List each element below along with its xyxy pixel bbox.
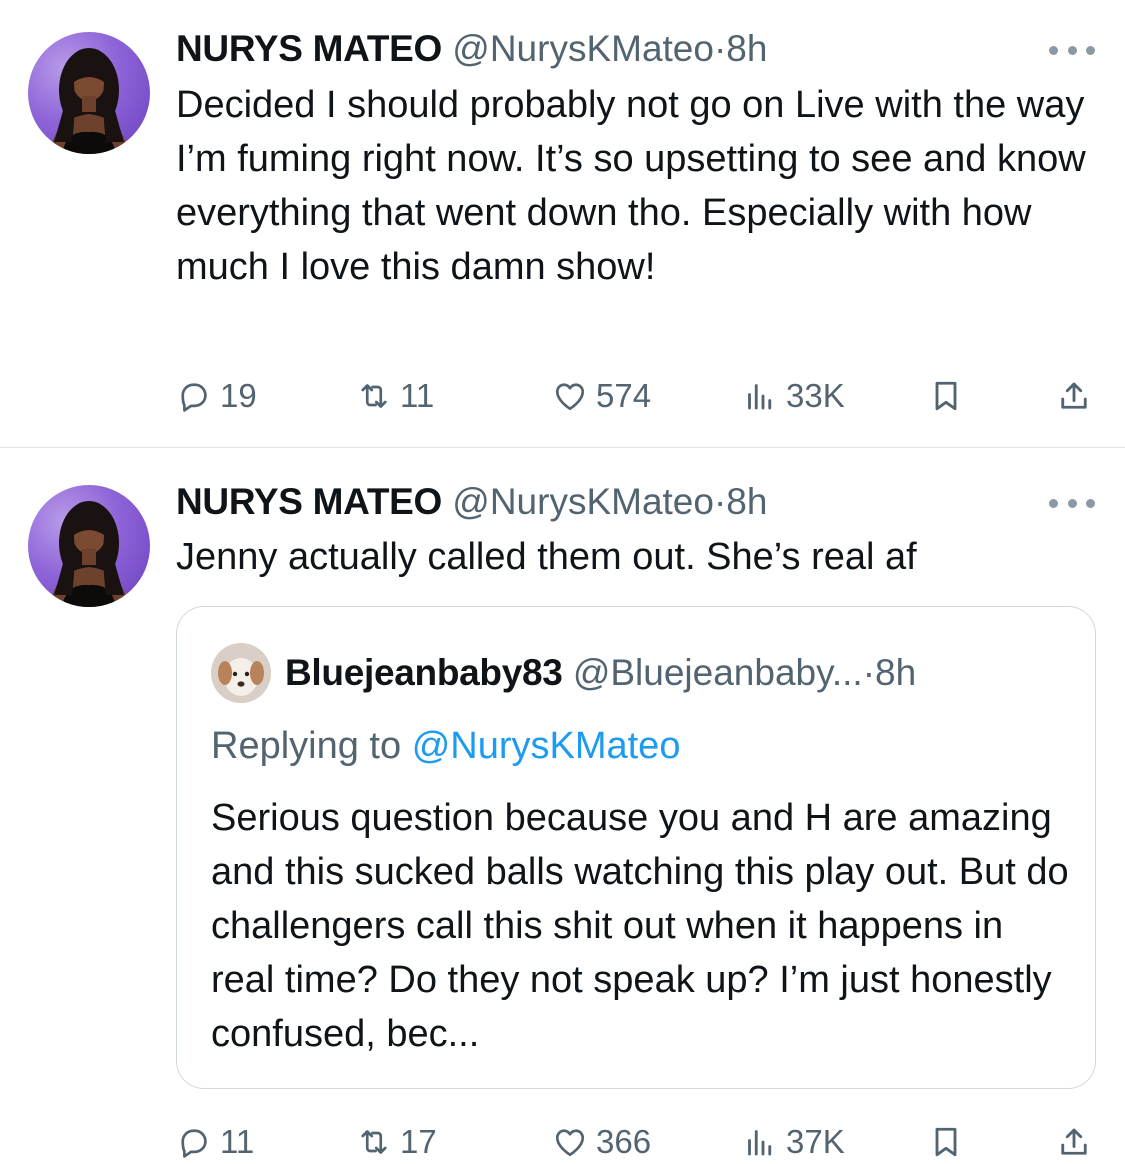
views-icon bbox=[748, 1130, 772, 1156]
share-icon bbox=[1061, 1128, 1087, 1155]
like-icon bbox=[555, 383, 585, 411]
more-icon[interactable] bbox=[1049, 43, 1095, 57]
tweet[interactable]: NURYS MATEO @NurysKMateo·8h Decided I sh… bbox=[0, 0, 1125, 448]
share-button[interactable] bbox=[1056, 1120, 1092, 1164]
bookmark-icon bbox=[935, 1127, 957, 1157]
retweet-button[interactable]: 11 bbox=[356, 374, 434, 418]
views-button[interactable]: 33K bbox=[742, 374, 845, 418]
reply-button[interactable]: 19 bbox=[176, 374, 257, 418]
views-count: 37K bbox=[786, 1123, 845, 1160]
quoted-author-handle[interactable]: @Bluejeanbaby... bbox=[573, 652, 863, 693]
quoted-author-name[interactable]: Bluejeanbaby83 bbox=[285, 652, 563, 693]
like-button[interactable]: 366 bbox=[552, 1120, 651, 1164]
bookmark-button[interactable] bbox=[928, 374, 964, 418]
views-icon bbox=[748, 384, 772, 410]
reply-button[interactable]: 11 bbox=[176, 1120, 254, 1164]
avatar[interactable] bbox=[28, 485, 150, 607]
views-count: 33K bbox=[786, 377, 845, 414]
replying-to: Replying to @NurysKMateo bbox=[211, 721, 680, 771]
like-count: 366 bbox=[596, 1123, 652, 1160]
like-button[interactable]: 574 bbox=[552, 374, 651, 418]
author-handle[interactable]: @NurysKMateo bbox=[452, 481, 714, 522]
replying-to-link[interactable]: @NurysKMateo bbox=[412, 725, 681, 767]
share-icon bbox=[1061, 382, 1087, 409]
avatar-portrait bbox=[50, 501, 128, 607]
tweet-header: NURYS MATEO @NurysKMateo·8h bbox=[176, 27, 767, 71]
tweet-text: Jenny actually called them out. She’s re… bbox=[176, 536, 917, 578]
tweet-actions: 11 17 366 37K bbox=[176, 1120, 1094, 1164]
tweet[interactable]: NURYS MATEO @NurysKMateo·8h Jenny actual… bbox=[0, 448, 1125, 1160]
bookmark-button[interactable] bbox=[928, 1120, 964, 1164]
separator-dot: · bbox=[713, 28, 727, 69]
retweet-count: 11 bbox=[400, 377, 435, 414]
reply-icon bbox=[181, 383, 207, 412]
bookmark-icon bbox=[935, 381, 957, 411]
reply-count: 11 bbox=[220, 1123, 255, 1160]
share-button[interactable] bbox=[1056, 374, 1092, 418]
retweet-icon bbox=[361, 1130, 387, 1154]
dog-avatar-image bbox=[211, 643, 271, 703]
more-icon[interactable] bbox=[1049, 496, 1095, 510]
retweet-count: 17 bbox=[400, 1123, 437, 1160]
tweet-actions: 19 11 574 33K bbox=[176, 374, 1094, 418]
views-button[interactable]: 37K bbox=[742, 1120, 845, 1164]
like-count: 574 bbox=[596, 377, 652, 414]
avatar-portrait bbox=[50, 48, 128, 154]
separator-dot: · bbox=[862, 652, 876, 693]
like-icon bbox=[555, 1129, 585, 1157]
retweet-button[interactable]: 17 bbox=[356, 1120, 437, 1164]
retweet-icon bbox=[361, 384, 387, 408]
tweet-header: NURYS MATEO @NurysKMateo·8h bbox=[176, 480, 767, 524]
separator-dot: · bbox=[713, 481, 727, 522]
quoted-header: Bluejeanbaby83 @Bluejeanbaby...·8h bbox=[285, 651, 916, 695]
tweet-text: Decided I should probably not go on Live… bbox=[176, 84, 1086, 288]
avatar[interactable] bbox=[28, 32, 150, 154]
author-handle[interactable]: @NurysKMateo bbox=[452, 28, 714, 69]
replying-prefix: Replying to bbox=[211, 725, 402, 767]
tweet-time[interactable]: 8h bbox=[726, 28, 767, 69]
author-name[interactable]: NURYS MATEO bbox=[176, 481, 442, 522]
reply-icon bbox=[181, 1129, 207, 1158]
quoted-time: 8h bbox=[875, 652, 917, 693]
tweet-time[interactable]: 8h bbox=[726, 481, 767, 522]
quoted-tweet[interactable]: Bluejeanbaby83 @Bluejeanbaby...·8h Reply… bbox=[176, 606, 1096, 1089]
quoted-text: Serious question because you and H are a… bbox=[211, 797, 1069, 1055]
reply-count: 19 bbox=[220, 377, 257, 414]
quoted-avatar[interactable] bbox=[211, 643, 271, 703]
author-name[interactable]: NURYS MATEO bbox=[176, 28, 442, 69]
